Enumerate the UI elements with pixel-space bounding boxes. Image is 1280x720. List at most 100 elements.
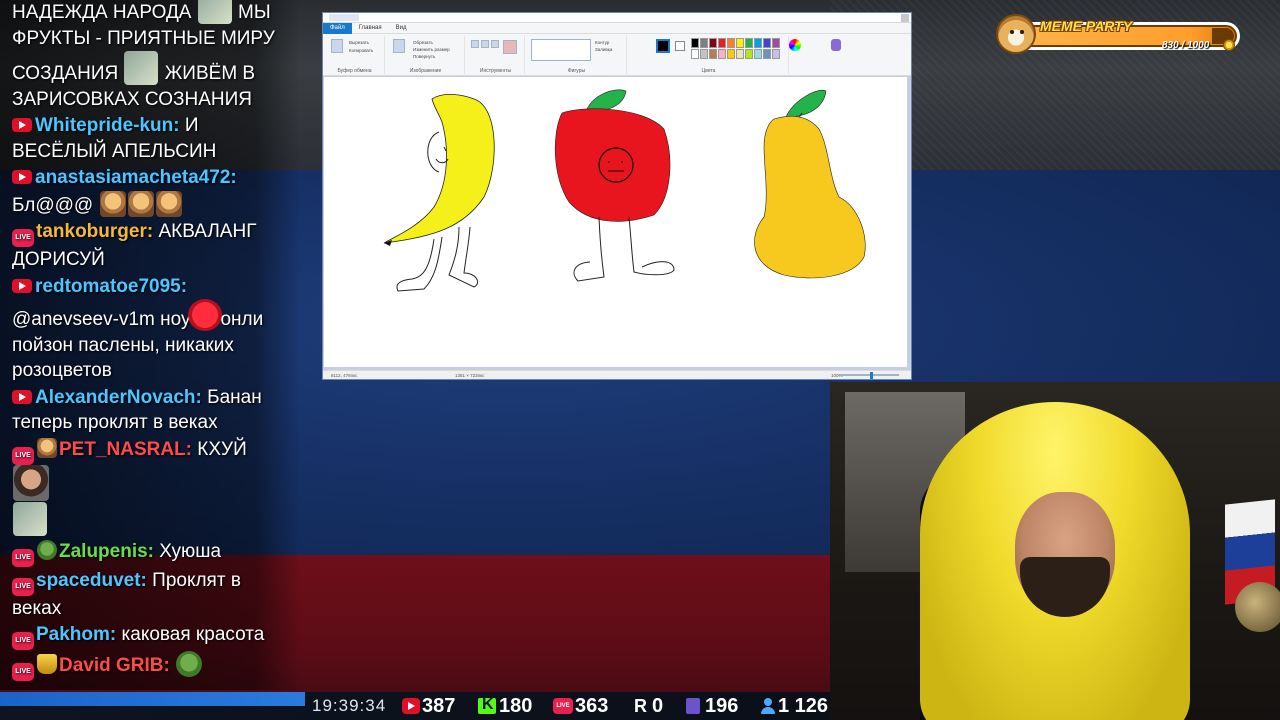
zoom-slider-handle[interactable] xyxy=(870,372,873,379)
chat-username[interactable]: AlexanderNovach: xyxy=(35,387,202,408)
chat-username[interactable]: PET_NASRAL: xyxy=(59,439,192,460)
palette-swatch[interactable] xyxy=(700,38,708,48)
palette-swatch[interactable] xyxy=(691,49,699,59)
chat-message: LIVE Pakhom: каковая красота xyxy=(12,622,290,650)
close-button[interactable] xyxy=(901,14,909,22)
ribbon-tabs: Файл Главная Вид xyxy=(323,23,911,34)
globe xyxy=(1235,582,1280,632)
chat-message: LIVE Zalupenis: Хуюша xyxy=(12,539,290,567)
webcam-feed xyxy=(830,382,1280,720)
chat-message: Whitepride-kun: И ВЕСЁЛЫЙ АПЕЛЬСИН xyxy=(12,113,290,164)
edit-colors-icon[interactable] xyxy=(789,39,801,51)
chat-message: AlexanderNovach: Банан теперь проклят в … xyxy=(12,385,290,436)
resize-button[interactable]: Изменить размер xyxy=(413,47,450,52)
chat-username[interactable]: spaceduvet: xyxy=(36,570,147,591)
clock: 19:39:34 xyxy=(312,696,387,715)
chat-message: redtomatoe7095: @anevseev-v1m ноу онли по… xyxy=(12,274,290,384)
fill-icon[interactable] xyxy=(481,40,489,48)
palette-swatch[interactable] xyxy=(736,49,744,59)
color2-swatch[interactable] xyxy=(675,41,685,51)
pear-drawing xyxy=(754,89,866,279)
paint-window[interactable]: Файл Главная Вид Вырезать Копировать Буфер… xyxy=(322,12,912,380)
vklive-icon: LIVE xyxy=(12,663,34,681)
tab-view[interactable]: Вид xyxy=(389,23,414,34)
vklive-icon: LIVE xyxy=(12,548,34,567)
ribbon: Вырезать Копировать Буфер обмена Обрезат… xyxy=(323,34,911,76)
palette-swatch[interactable] xyxy=(754,49,762,59)
facepalm-emoji xyxy=(99,190,126,217)
emote-image xyxy=(176,651,203,677)
palette-swatch[interactable] xyxy=(772,49,780,59)
pencil-icon[interactable] xyxy=(471,40,479,48)
palette-swatch[interactable] xyxy=(763,38,771,48)
youtube-icon xyxy=(12,389,32,404)
chat-message: LIVE spaceduvet: Проклят в веках xyxy=(12,568,290,622)
crop-button[interactable]: Обрезать xyxy=(413,40,433,45)
palette-swatch[interactable] xyxy=(763,49,771,59)
tab-home[interactable]: Главная xyxy=(352,23,389,34)
vklive-icon: LIVE xyxy=(12,632,34,650)
palette-swatch[interactable] xyxy=(691,38,699,48)
palette-swatch[interactable] xyxy=(727,38,735,48)
rotate-button[interactable]: Повернуть xyxy=(413,54,435,59)
zoom-slider[interactable] xyxy=(839,374,899,376)
emote-image xyxy=(13,502,47,536)
facepalm-emoji xyxy=(155,190,182,217)
window-titlebar xyxy=(323,13,911,23)
chat-text: каковая красота xyxy=(121,624,265,645)
shapes-gallery[interactable] xyxy=(531,39,591,61)
tab-file[interactable]: Файл xyxy=(323,23,352,34)
brush-icon[interactable] xyxy=(503,40,517,54)
status-bar: 8112, 476пкс 1351 × 723пкс 100% xyxy=(323,370,911,379)
youtube-icon xyxy=(12,170,32,184)
chat-message: LIVE PET_NASRAL: КХУЙ xyxy=(12,437,290,538)
chat-message: anastasiamacheta472: Бл@@@ xyxy=(12,165,290,218)
quick-access-toolbar[interactable] xyxy=(329,14,359,21)
text-icon[interactable] xyxy=(491,40,499,48)
chat-text: Хуюша xyxy=(159,540,222,562)
chat-username[interactable]: tankoburger: xyxy=(36,221,153,242)
palette-swatch[interactable] xyxy=(718,38,726,48)
emote-image xyxy=(13,464,49,501)
palette-swatch[interactable] xyxy=(736,38,744,48)
chat-username[interactable]: David GRIB: xyxy=(59,655,170,676)
palette-swatch[interactable] xyxy=(718,49,726,59)
palette-swatch[interactable] xyxy=(709,49,717,59)
color1-swatch[interactable] xyxy=(656,39,670,53)
palette-swatch[interactable] xyxy=(754,38,762,48)
palette-swatch[interactable] xyxy=(709,38,717,48)
meme-party-widget: MEME PARTY 830 / 1000 xyxy=(990,14,1248,56)
vklive-viewers: 363 xyxy=(575,695,609,717)
palette-swatch[interactable] xyxy=(772,38,780,48)
outline-button[interactable]: Контур xyxy=(595,40,609,45)
coin-icon xyxy=(1223,39,1235,51)
chat-username[interactable]: Whitepride-kun: xyxy=(35,115,180,136)
copy-button[interactable]: Копировать xyxy=(349,48,373,53)
trophy-icon xyxy=(37,654,57,674)
paint3d-icon[interactable] xyxy=(831,39,841,51)
drawing-canvas[interactable] xyxy=(324,77,907,367)
chat-username[interactable]: Pakhom: xyxy=(36,624,116,645)
chat-text: @anevseev-v1m ноу xyxy=(12,309,191,330)
select-button[interactable] xyxy=(393,39,405,53)
paste-button[interactable] xyxy=(331,39,343,53)
facepalm-emoji xyxy=(127,190,154,217)
palette-swatch[interactable] xyxy=(745,38,753,48)
palette-swatch[interactable] xyxy=(700,49,708,59)
drawing-svg xyxy=(383,89,866,292)
palette-swatch[interactable] xyxy=(745,49,753,59)
group-tools: Инструменты xyxy=(467,36,525,74)
chat-username[interactable]: Zalupenis: xyxy=(59,541,154,562)
cut-button[interactable]: Вырезать xyxy=(349,40,369,45)
chat-username[interactable]: redtomatoe7095: xyxy=(35,276,187,297)
fill-button[interactable]: Заливка xyxy=(595,47,612,52)
color-palette xyxy=(691,38,781,60)
banana-shape xyxy=(383,94,495,244)
chat-text: КХУЙ xyxy=(197,438,247,460)
chat-username[interactable]: anastasiamacheta472: xyxy=(35,167,237,188)
palette-swatch[interactable] xyxy=(727,49,735,59)
kick-icon xyxy=(478,696,496,714)
vklive-icon: LIVE xyxy=(12,446,34,465)
total-viewers: 1 126 xyxy=(778,695,829,717)
user-badge-icon xyxy=(37,539,57,560)
